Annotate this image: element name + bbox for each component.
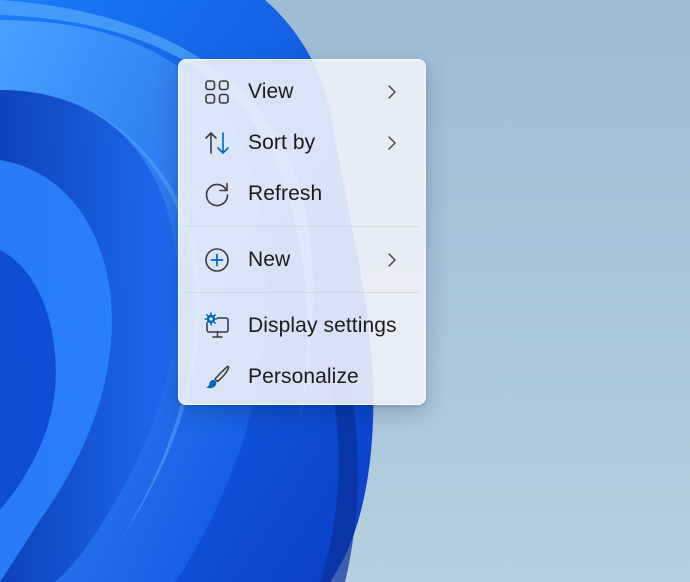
new-plus-circle-icon: [203, 246, 231, 274]
menu-item-label: Personalize: [248, 364, 359, 388]
menu-item-sort-by[interactable]: Sort by: [179, 117, 425, 168]
menu-item-label: Sort by: [248, 130, 316, 154]
desktop-context-menu: View Sort by Refresh New Display setting…: [178, 59, 426, 405]
refresh-icon: [203, 180, 231, 208]
chevron-right-icon: [385, 251, 399, 269]
menu-item-label: Refresh: [248, 181, 323, 205]
display-settings-icon: [203, 311, 231, 340]
menu-item-label: Display settings: [248, 313, 397, 337]
menu-item-label: New: [248, 247, 291, 271]
menu-separator: [185, 226, 419, 227]
chevron-right-icon: [385, 134, 399, 152]
sort-arrows-icon: [203, 129, 231, 157]
menu-item-label: View: [248, 79, 294, 103]
menu-separator: [185, 292, 419, 293]
menu-item-view[interactable]: View: [179, 66, 425, 117]
view-grid-icon: [203, 78, 231, 106]
menu-item-personalize[interactable]: Personalize: [179, 351, 425, 402]
menu-item-refresh[interactable]: Refresh: [179, 168, 425, 219]
menu-item-new[interactable]: New: [179, 234, 425, 285]
personalize-brush-icon: [203, 363, 231, 391]
menu-item-display-settings[interactable]: Display settings: [179, 300, 425, 351]
chevron-right-icon: [385, 83, 399, 101]
